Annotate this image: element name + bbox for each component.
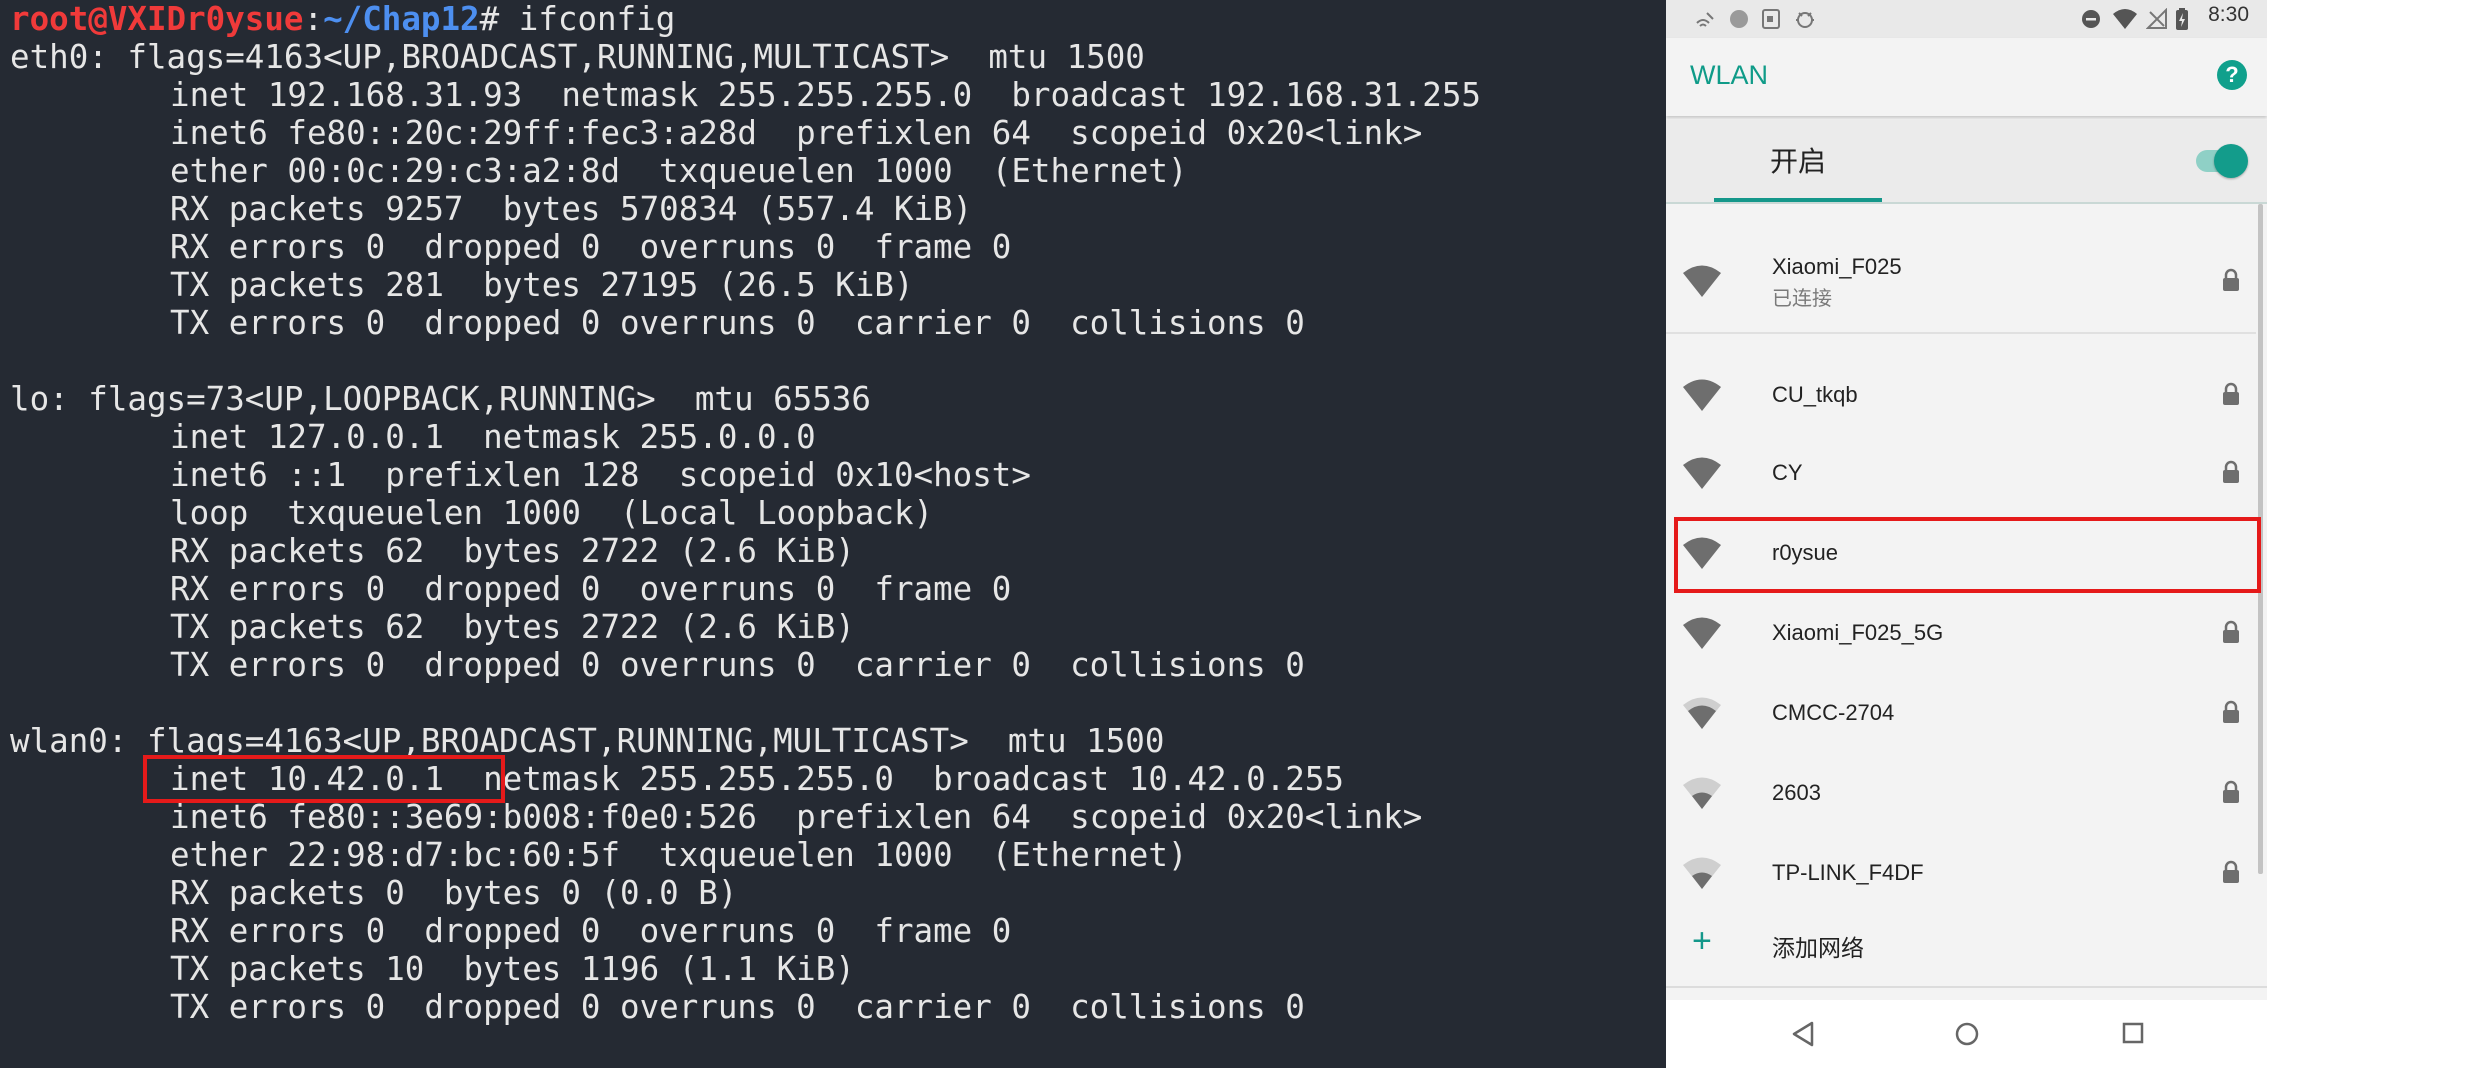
terminal-line: TX packets 62 bytes 2722 (2.6 KiB) — [170, 608, 855, 646]
lock-icon — [2223, 382, 2239, 405]
network-status: 已连接 — [1772, 286, 1832, 310]
wifi-network-item[interactable]: CMCC-2704 — [1666, 688, 2256, 738]
wifi-strength-low-icon — [1683, 857, 1721, 889]
terminal-line: inet6 ::1 prefixlen 128 scopeid 0x10<hos… — [170, 456, 1031, 494]
terminal-line: ether 00:0c:29:c3:a2:8d txqueuelen 1000 … — [170, 152, 1188, 190]
terminal-line: RX packets 62 bytes 2722 (2.6 KiB) — [170, 532, 855, 570]
terminal-line: eth0: flags=4163<UP,BROADCAST,RUNNING,MU… — [10, 38, 1145, 76]
no-signal-icon — [2146, 8, 2167, 29]
recents-icon[interactable] — [2120, 1020, 2146, 1046]
divider — [1666, 202, 2267, 204]
network-name: Xiaomi_F025 — [1772, 254, 1902, 279]
terminal-line: RX packets 9257 bytes 570834 (557.4 KiB) — [170, 190, 973, 228]
terminal-line: inet 127.0.0.1 netmask 255.0.0.0 — [170, 418, 816, 456]
terminal-line: loop txqueuelen 1000 (Local Loopback) — [170, 494, 934, 532]
do-not-disturb-icon — [2082, 10, 2100, 28]
wifi-network-item[interactable]: 2603 — [1666, 768, 2256, 818]
sim-card-icon — [1762, 9, 1780, 29]
wifi-strength-full-icon — [1683, 265, 1721, 297]
android-debug-icon — [1796, 12, 1814, 28]
terminal-line: inet6 fe80::20c:29ff:fec3:a28d prefixlen… — [170, 114, 1423, 152]
terminal-line: RX errors 0 dropped 0 overruns 0 frame 0 — [170, 228, 1012, 266]
network-name: TP-LINK_F4DF — [1772, 860, 1924, 885]
wifi-signal-icon — [2113, 9, 2137, 29]
network-name: CMCC-2704 — [1772, 700, 1895, 725]
prompt-user-host: root@VXIDr0ysue — [10, 0, 304, 38]
add-network-label[interactable]: 添加网络 — [1772, 929, 1864, 963]
lock-icon — [2223, 620, 2239, 643]
lock-icon — [2223, 780, 2239, 803]
help-button[interactable]: ? — [2217, 60, 2247, 90]
terminal-line: TX errors 0 dropped 0 overruns 0 carrier… — [170, 988, 1305, 1026]
back-icon[interactable] — [1790, 1020, 1816, 1048]
wifi-strength-full-icon — [1683, 457, 1721, 489]
terminal-command: ifconfig — [518, 0, 676, 38]
divider — [1666, 332, 2256, 334]
battery-charging-icon — [2176, 8, 2188, 30]
circle-icon — [1730, 10, 1748, 28]
app-bar: WLAN ? — [1666, 38, 2267, 116]
terminal-line: TX errors 0 dropped 0 overruns 0 carrier… — [170, 304, 1305, 342]
terminal-line: TX packets 281 bytes 27195 (26.5 KiB) — [170, 266, 914, 304]
network-name: CU_tkqb — [1772, 382, 1858, 407]
network-name: 2603 — [1772, 780, 1821, 805]
terminal-line: lo: flags=73<UP,LOOPBACK,RUNNING> mtu 65… — [10, 380, 871, 418]
prompt-path: ~/Chap12 — [323, 0, 480, 38]
wifi-strength-full-icon — [1683, 379, 1721, 411]
wifi-strength-low-icon — [1683, 777, 1721, 809]
lock-icon — [2223, 268, 2239, 291]
terminal-line: TX packets 10 bytes 1196 (1.1 KiB) — [170, 950, 855, 988]
network-name: CY — [1772, 460, 1803, 485]
terminal-line: inet6 fe80::3e69:b008:f0e0:526 prefixlen… — [170, 798, 1423, 836]
wifi-strength-medium-icon — [1683, 697, 1721, 729]
prompt-symbol: # — [479, 0, 519, 38]
terminal-line: RX packets 0 bytes 0 (0.0 B) — [170, 874, 738, 912]
terminal-line: inet 192.168.31.93 netmask 255.255.255.0… — [170, 76, 1481, 114]
wifi-toggle-bar[interactable]: 开启 — [1666, 120, 2267, 202]
home-icon[interactable] — [1953, 1020, 1981, 1048]
wifi-network-item[interactable]: TP-LINK_F4DF — [1666, 848, 2256, 898]
wifi-network-item[interactable]: Xiaomi_F025_5G — [1666, 608, 2256, 658]
terminal-line: TX errors 0 dropped 0 overruns 0 carrier… — [170, 646, 1305, 684]
network-name: Xiaomi_F025_5G — [1772, 620, 1944, 645]
lock-icon — [2223, 460, 2239, 483]
wifi-strength-full-icon — [1683, 617, 1721, 649]
terminal-window[interactable]: root@VXIDr0ysue:~/Chap12# ifconfig eth0:… — [0, 0, 1666, 1068]
terminal-line: RX errors 0 dropped 0 overruns 0 frame 0 — [170, 912, 1012, 950]
wifi-network-item[interactable]: CU_tkqb — [1666, 370, 2256, 420]
status-clock: 8:30 — [2208, 3, 2249, 26]
wifi-network-item[interactable]: Xiaomi_F025 已连接 — [1666, 236, 2256, 332]
highlight-inet-address-box — [143, 755, 505, 803]
cast-icon — [1696, 12, 1714, 27]
divider — [1666, 986, 2267, 988]
add-icon[interactable]: + — [1692, 924, 1712, 958]
prompt-separator: : — [303, 0, 324, 38]
terminal-prompt-line: root@VXIDr0ysue:~/Chap12# ifconfig — [10, 0, 675, 38]
status-bar: 8:30 — [1666, 0, 2267, 38]
wifi-network-item[interactable]: CY — [1666, 448, 2256, 498]
page-margin — [2267, 0, 2468, 1068]
wifi-toggle-thumb[interactable] — [2214, 144, 2248, 178]
lock-icon — [2223, 700, 2239, 723]
terminal-line: RX errors 0 dropped 0 overruns 0 frame 0 — [170, 570, 1012, 608]
page-title: WLAN — [1690, 60, 1769, 90]
highlight-network-box — [1674, 517, 2261, 593]
wifi-toggle-label: 开启 — [1770, 145, 1827, 178]
navigation-bar — [1666, 1000, 2267, 1068]
terminal-line: ether 22:98:d7:bc:60:5f txqueuelen 1000 … — [170, 836, 1188, 874]
lock-icon — [2223, 860, 2239, 883]
